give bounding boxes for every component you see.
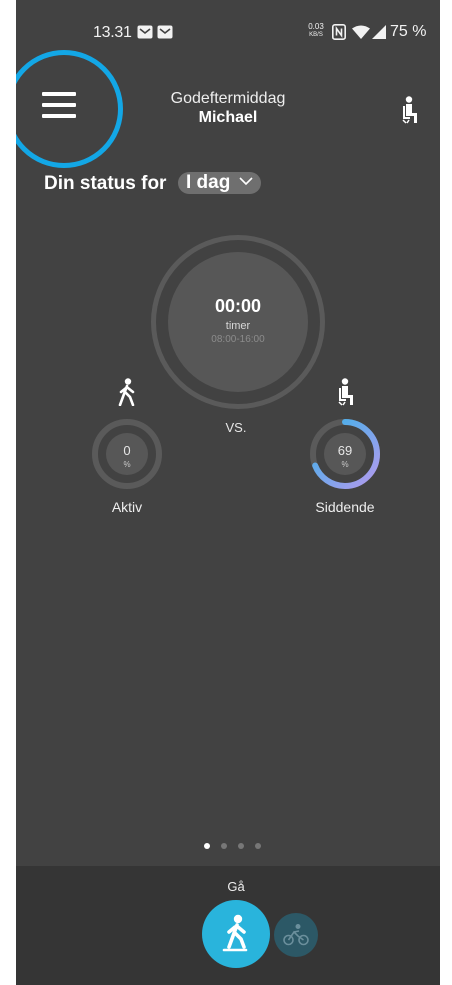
battery-level: 75 % xyxy=(390,23,427,40)
vs-label: VS. xyxy=(225,420,247,435)
walk-icon xyxy=(222,914,248,952)
sitting-percent-unit: % xyxy=(341,460,349,469)
page-dot[interactable] xyxy=(255,843,261,849)
active-label: Aktiv xyxy=(111,499,143,515)
page-dot[interactable] xyxy=(204,843,210,849)
period-value: I dag xyxy=(186,172,231,193)
chevron-down-icon xyxy=(239,177,253,186)
notification-icon xyxy=(137,25,153,39)
greeting-text: Godeftermiddag xyxy=(170,90,286,107)
bike-icon xyxy=(283,924,309,946)
sitting-person-icon[interactable] xyxy=(400,96,420,124)
nfc-icon xyxy=(332,24,346,40)
mode-label: Gå xyxy=(227,879,245,894)
signal-icon xyxy=(372,25,386,39)
notification-icon xyxy=(157,25,173,39)
walk-mode-button[interactable] xyxy=(202,900,270,968)
sitting-person-icon xyxy=(338,378,353,406)
wifi-icon xyxy=(352,25,370,39)
timer-hours: 08:00-16:00 xyxy=(211,334,265,345)
sitting-label: Siddende xyxy=(315,499,375,515)
active-percent-value: 0 xyxy=(123,443,131,458)
status-time: 13.31 xyxy=(93,24,132,41)
bike-mode-button[interactable] xyxy=(274,913,318,957)
timer-unit: timer xyxy=(225,320,251,332)
active-percent-unit: % xyxy=(123,460,131,469)
timer-value: 00:00 xyxy=(214,296,262,316)
app-screen: 13.31 0.03 KB/S 75 % Godeftermiddag Mich… xyxy=(16,0,440,985)
walking-person-icon xyxy=(118,378,135,406)
sitting-percent-value: 69 xyxy=(337,443,353,458)
page-dot[interactable] xyxy=(221,843,227,849)
network-speed: 0.03 KB/S xyxy=(306,23,326,39)
page-dot[interactable] xyxy=(238,843,244,849)
status-heading: Din status for xyxy=(44,173,167,194)
period-dropdown[interactable]: I dag xyxy=(178,172,261,194)
network-speed-unit: KB/S xyxy=(309,32,323,38)
user-name: Michael xyxy=(198,109,258,126)
network-speed-value: 0.03 xyxy=(308,22,324,31)
